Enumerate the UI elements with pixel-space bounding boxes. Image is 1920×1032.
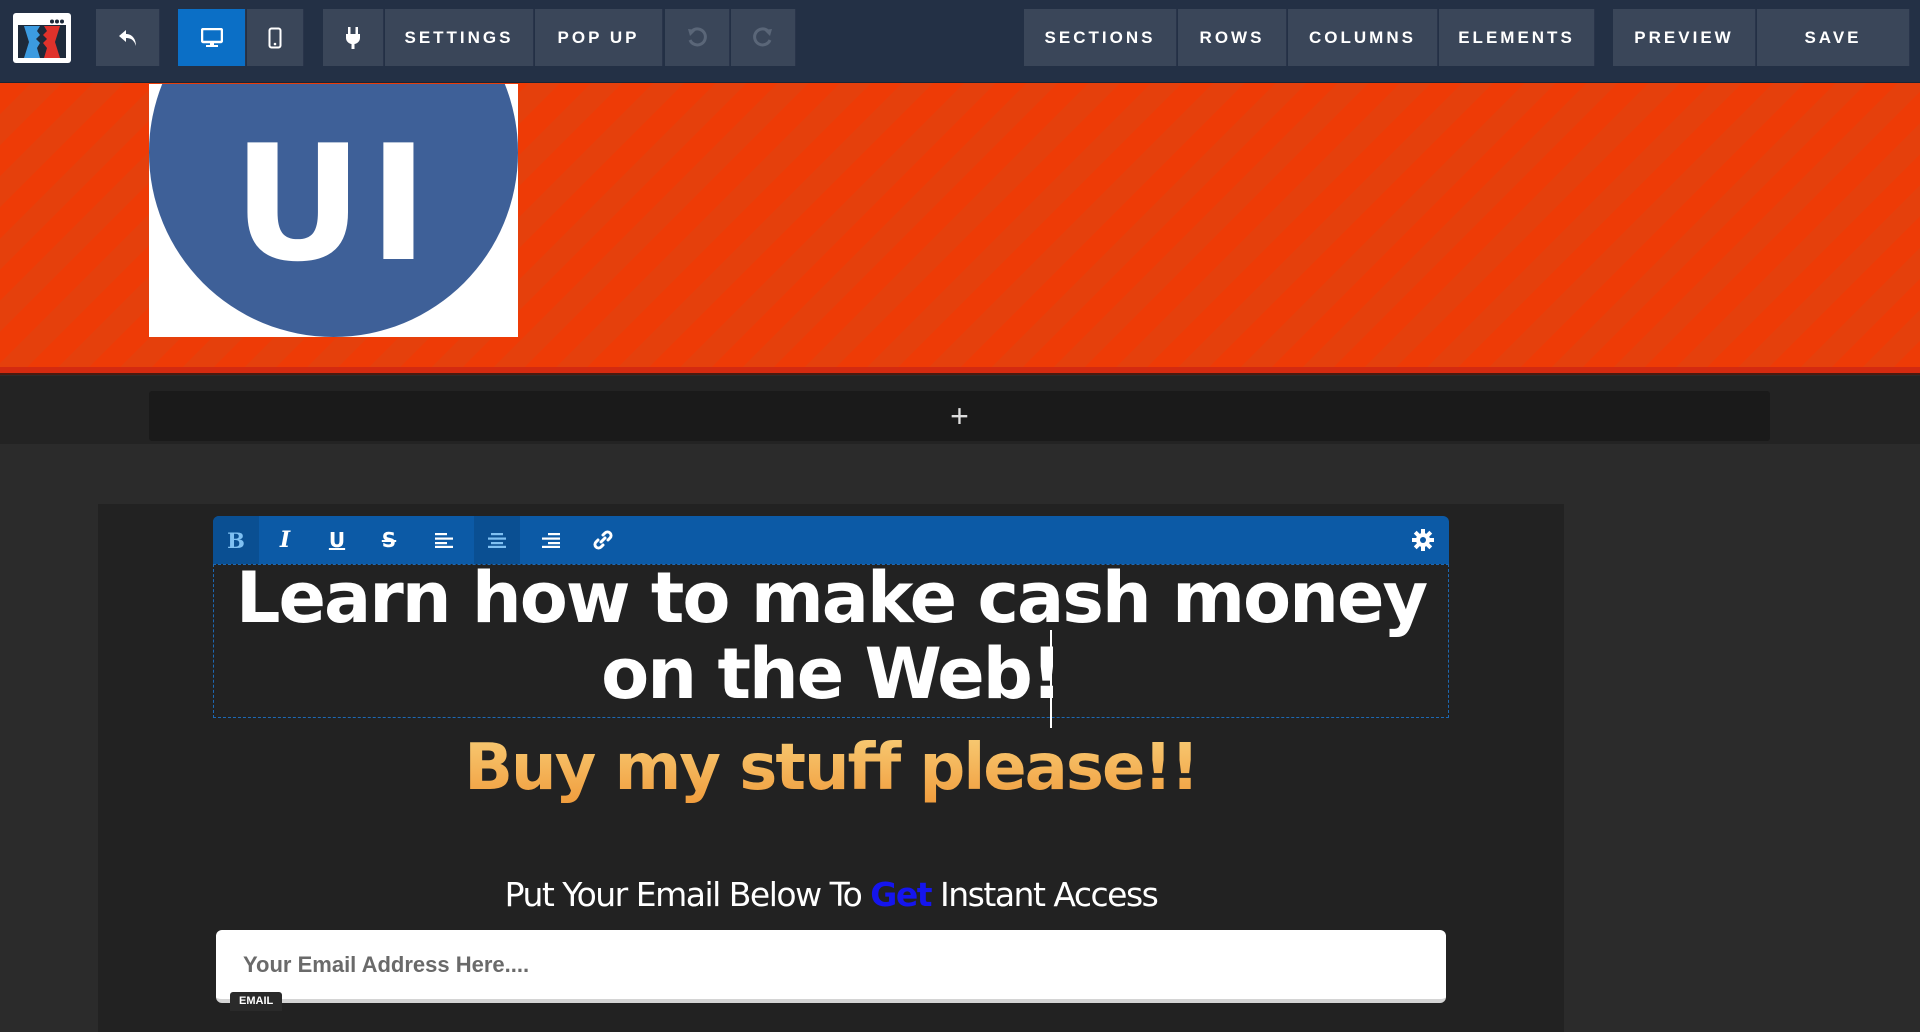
email-placeholder: Your Email Address Here.... <box>243 951 530 977</box>
link-icon <box>593 530 613 550</box>
sections-button[interactable]: SECTIONS <box>1024 9 1177 66</box>
cta-text[interactable]: Put Your Email Below To Get Instant Acce… <box>213 872 1449 918</box>
cta-text-after: Instant Access <box>931 875 1159 914</box>
logo-icon <box>18 18 66 58</box>
columns-label: COLUMNS <box>1309 27 1416 47</box>
gear-icon <box>1412 529 1434 551</box>
hero-bottom-border <box>0 367 1920 375</box>
desktop-view-button[interactable] <box>178 9 246 66</box>
align-center-icon <box>488 533 506 548</box>
hero-logo-image[interactable]: UI <box>149 84 518 337</box>
elements-label: ELEMENTS <box>1458 27 1575 47</box>
app-logo[interactable] <box>13 13 71 63</box>
cta-text-before: Put Your Email Below To <box>504 875 871 914</box>
headline-text[interactable]: Learn how to make cash money on the Web! <box>213 560 1449 712</box>
preview-label: PREVIEW <box>1634 27 1734 47</box>
back-arrow-icon <box>118 29 136 46</box>
email-field-tag: EMAIL <box>230 992 283 1011</box>
underline-icon: U <box>328 528 346 552</box>
plus-icon: + <box>950 397 969 434</box>
add-section-button[interactable]: + <box>149 391 1770 441</box>
undo-button[interactable] <box>665 9 730 66</box>
popup-button[interactable]: POP UP <box>535 9 663 66</box>
plug-icon <box>346 26 360 49</box>
columns-button[interactable]: COLUMNS <box>1288 9 1438 66</box>
elements-button[interactable]: ELEMENTS <box>1439 9 1595 66</box>
cta-highlight: Get <box>870 875 932 914</box>
plugins-button[interactable] <box>323 9 384 66</box>
rows-label: ROWS <box>1199 27 1265 47</box>
back-button[interactable] <box>96 9 160 66</box>
save-button[interactable]: SAVE <box>1757 9 1910 66</box>
email-input[interactable]: Your Email Address Here.... <box>216 930 1446 1003</box>
top-toolbar: SETTINGS POP UP SECTIONS ROWS COLUMNS EL… <box>0 0 1920 83</box>
element-settings-button[interactable] <box>1411 528 1435 552</box>
settings-button[interactable]: SETTINGS <box>385 9 534 66</box>
logo-text: UI <box>232 110 435 297</box>
text-cursor <box>1050 630 1052 728</box>
undo-icon <box>688 26 707 46</box>
redo-button[interactable] <box>731 9 796 66</box>
sections-label: SECTIONS <box>1044 27 1156 47</box>
mobile-view-button[interactable] <box>247 9 304 66</box>
align-left-icon <box>435 533 453 548</box>
redo-icon <box>753 26 772 46</box>
bold-icon: B <box>227 527 245 553</box>
popup-label: POP UP <box>557 27 640 47</box>
mobile-icon <box>268 27 282 48</box>
save-label: SAVE <box>1804 27 1862 47</box>
desktop-icon <box>200 27 223 47</box>
strikethrough-icon: S <box>381 528 397 552</box>
settings-label: SETTINGS <box>404 27 514 47</box>
rows-button[interactable]: ROWS <box>1178 9 1287 66</box>
align-right-icon <box>542 533 560 548</box>
preview-button[interactable]: PREVIEW <box>1613 9 1756 66</box>
subheadline-text[interactable]: Buy my stuff please!! <box>213 728 1449 808</box>
italic-icon: I <box>279 527 291 553</box>
